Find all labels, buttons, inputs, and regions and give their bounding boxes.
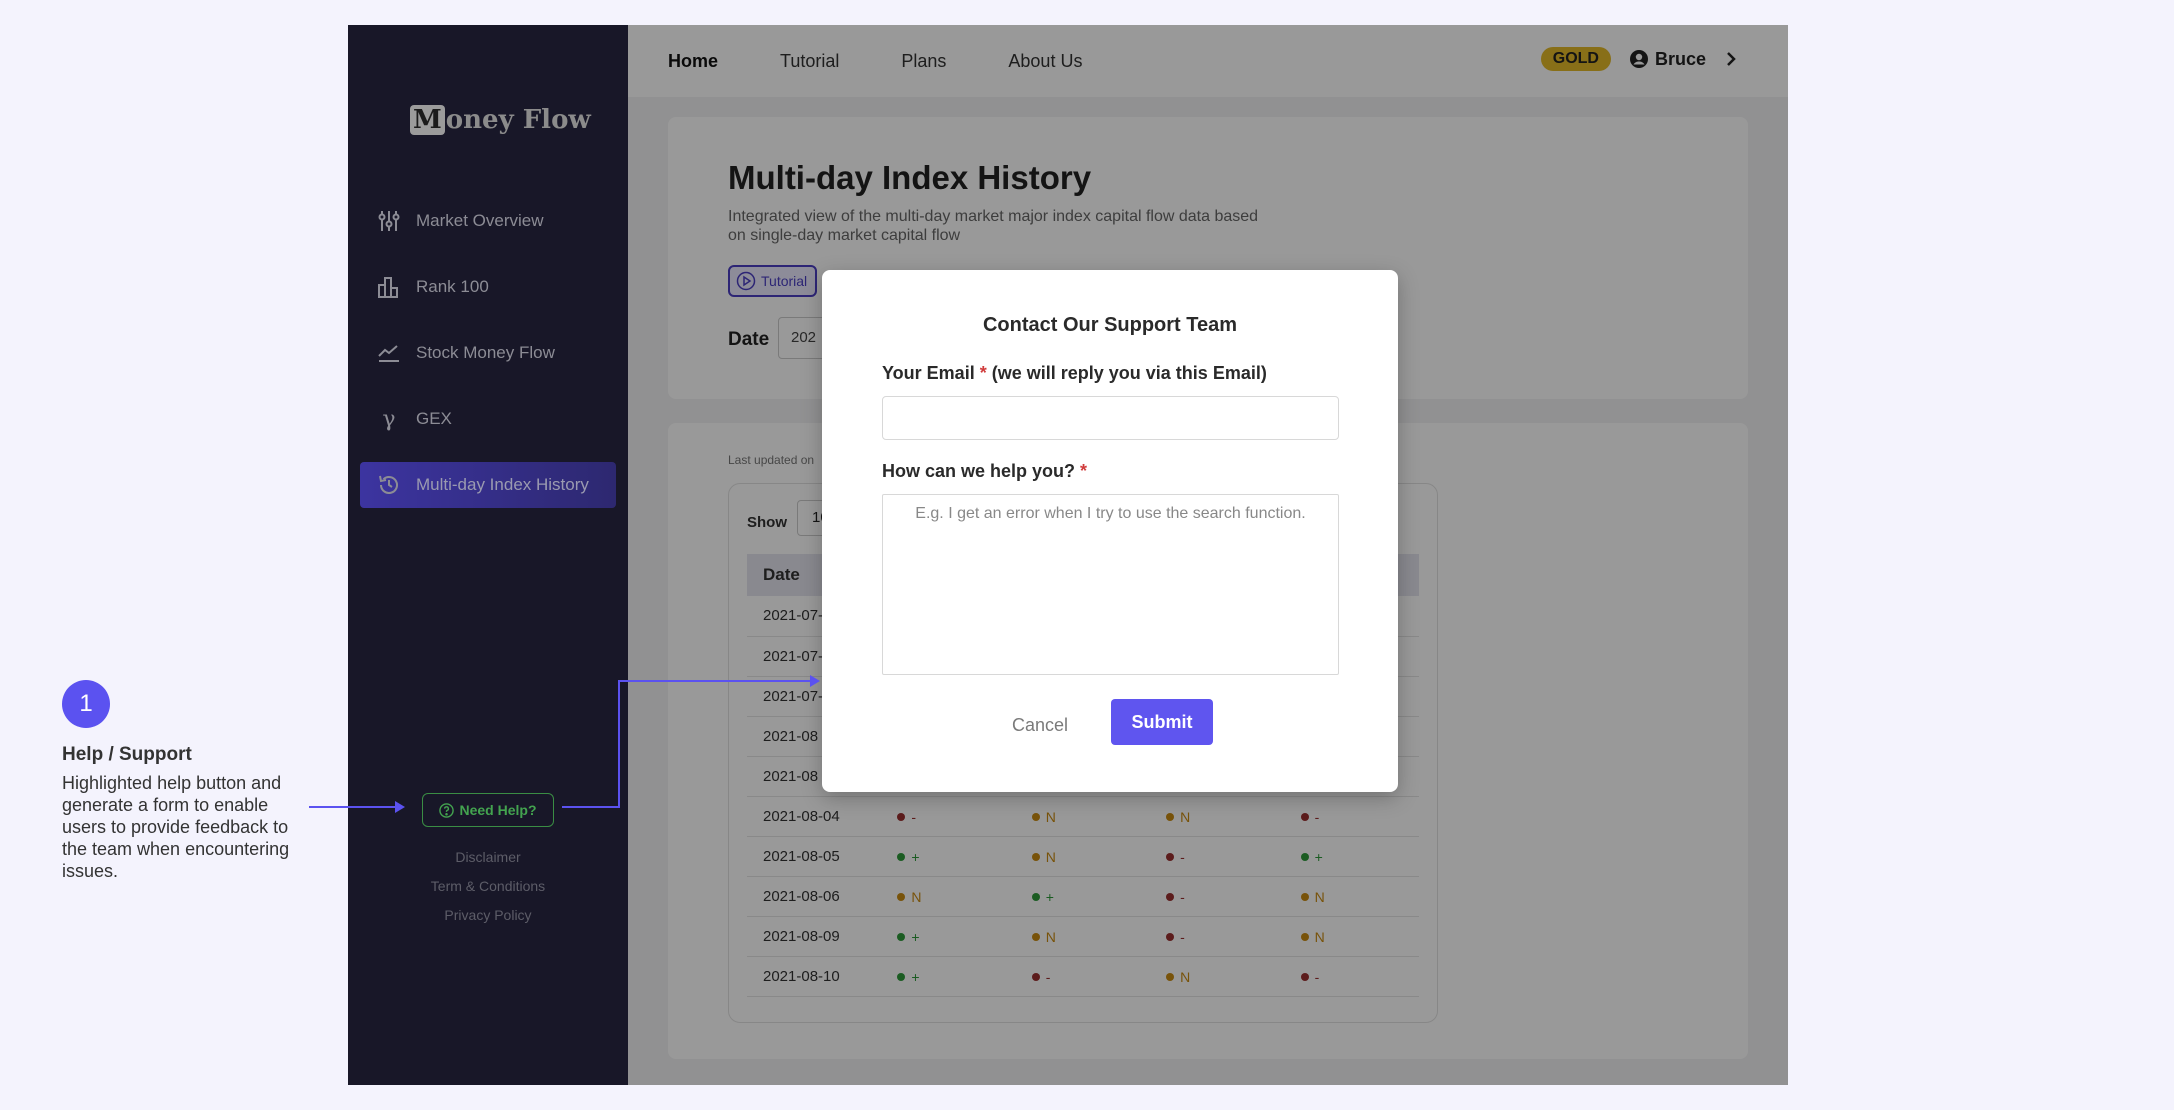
sidebar-item-market-overview[interactable]: Market Overview	[360, 198, 616, 244]
annotation-description: Highlighted help button and generate a f…	[62, 773, 290, 881]
cancel-button[interactable]: Cancel	[1012, 702, 1068, 748]
gamma-icon: γ	[382, 406, 396, 432]
sidebar-item-gex[interactable]: γ GEX	[360, 396, 616, 442]
need-help-button[interactable]: Need Help?	[422, 793, 554, 827]
sidebar-nav: Market Overview Rank 100 Stock Money Flo…	[360, 198, 616, 528]
annotation-title: Help / Support	[62, 744, 192, 765]
logo-text: oney Flow	[445, 105, 591, 135]
help-label-text: How can we help you?	[882, 461, 1076, 481]
sidebar-item-label: Market Overview	[416, 211, 544, 230]
terms-link[interactable]: Term & Conditions	[348, 872, 628, 901]
history-icon	[376, 472, 402, 498]
email-label: Your Email * (we will reply you via this…	[882, 363, 1267, 384]
help-label: How can we help you? *	[882, 461, 1087, 482]
question-circle-icon	[439, 802, 455, 818]
need-help-label: Need Help?	[459, 802, 537, 818]
privacy-link[interactable]: Privacy Policy	[348, 901, 628, 930]
sliders-icon	[376, 208, 402, 234]
contact-support-modal: Contact Our Support Team Your Email * (w…	[822, 270, 1398, 792]
footer-links: Disclaimer Term & Conditions Privacy Pol…	[348, 843, 628, 930]
modal-title: Contact Our Support Team	[982, 314, 1238, 336]
sidebar-item-rank-100[interactable]: Rank 100	[360, 264, 616, 310]
required-marker: *	[1080, 461, 1088, 481]
sidebar-item-stock-money-flow[interactable]: Stock Money Flow	[360, 330, 616, 376]
email-field[interactable]	[882, 396, 1339, 440]
required-marker: *	[979, 363, 987, 383]
sidebar-item-multi-day-index-history[interactable]: Multi-day Index History	[360, 462, 616, 508]
sidebar: M oney Flow Market Overview Rank 100 Sto…	[348, 25, 628, 1085]
sidebar-item-label: Stock Money Flow	[416, 343, 555, 362]
logo-initial: M	[410, 105, 445, 135]
email-label-text: Your Email	[882, 363, 975, 383]
annotation-number: 1	[62, 680, 110, 728]
line-chart-icon	[376, 340, 402, 366]
help-message-field[interactable]	[882, 494, 1339, 675]
disclaimer-link[interactable]: Disclaimer	[348, 843, 628, 872]
logo[interactable]: M oney Flow	[410, 105, 591, 135]
submit-button[interactable]: Submit	[1111, 699, 1213, 745]
bar-chart-icon	[376, 274, 402, 300]
app-window: M oney Flow Market Overview Rank 100 Sto…	[348, 25, 1788, 1085]
sidebar-item-label: Rank 100	[416, 277, 489, 296]
email-hint: (we will reply you via this Email)	[991, 363, 1267, 383]
annotation-callout: 1 Help / Support Highlighted help button…	[62, 680, 312, 882]
sidebar-item-label: Multi-day Index History	[416, 475, 589, 494]
sidebar-item-label: GEX	[416, 409, 452, 428]
